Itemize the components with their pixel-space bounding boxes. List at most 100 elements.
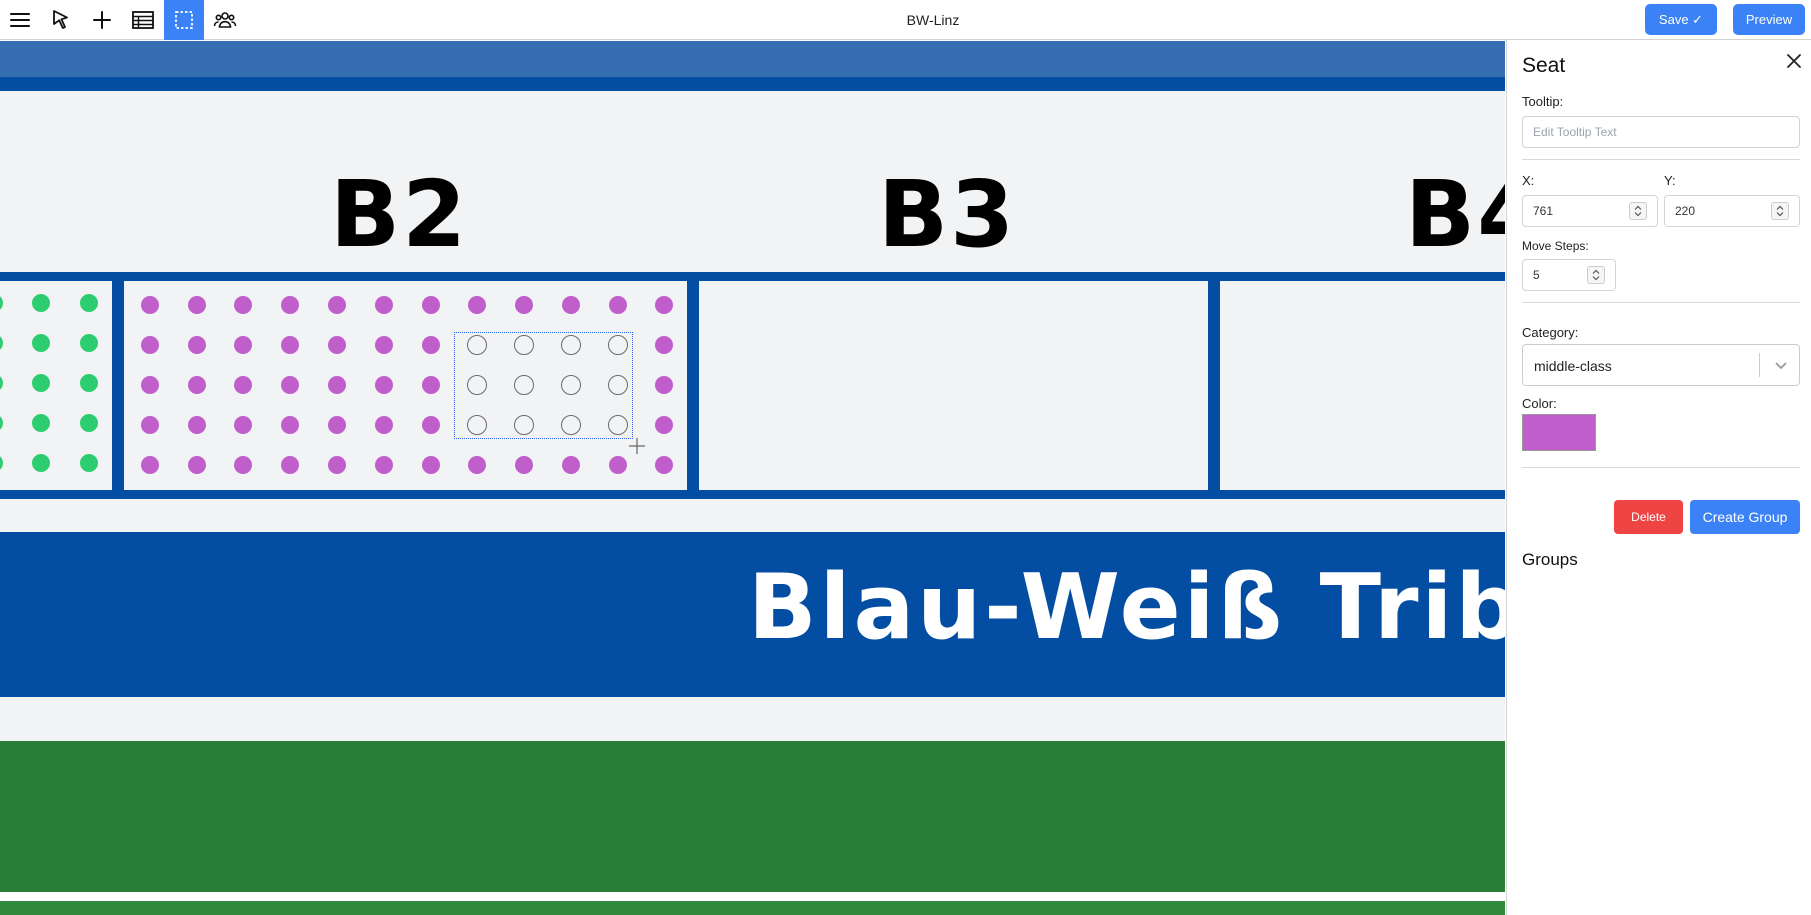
seat[interactable] — [422, 336, 440, 354]
tribune-banner: Blau-Weiß Tribüne — [0, 532, 1505, 697]
pitch-bottom-strip — [0, 901, 1505, 915]
move-steps-value: 5 — [1533, 268, 1540, 282]
y-input[interactable]: 220 — [1664, 195, 1800, 227]
seat[interactable] — [234, 336, 252, 354]
divider — [1522, 159, 1800, 160]
seat[interactable] — [655, 336, 673, 354]
seat[interactable] — [188, 296, 206, 314]
app-title: BW-Linz — [906, 12, 960, 28]
seat[interactable] — [80, 294, 98, 312]
seat[interactable] — [609, 296, 627, 314]
stepper-arrows-icon — [1776, 205, 1784, 217]
seat[interactable] — [655, 456, 673, 474]
seat[interactable] — [328, 296, 346, 314]
move-steps-label: Move Steps: — [1522, 239, 1589, 253]
seat[interactable] — [422, 456, 440, 474]
category-label: Category: — [1522, 325, 1579, 340]
seat[interactable] — [468, 296, 486, 314]
stepper-arrows-icon — [1634, 205, 1642, 217]
y-stepper[interactable] — [1771, 202, 1789, 220]
seat[interactable] — [188, 376, 206, 394]
seat[interactable] — [32, 334, 50, 352]
panel-title: Seat — [1522, 54, 1566, 77]
seat[interactable] — [32, 454, 50, 472]
seat[interactable] — [422, 416, 440, 434]
seat[interactable] — [80, 334, 98, 352]
x-input[interactable]: 761 — [1522, 195, 1658, 227]
seat[interactable] — [234, 296, 252, 314]
seat[interactable] — [422, 296, 440, 314]
sector-label-b2: B2 — [330, 161, 469, 268]
tribune-name: Blau-Weiß Tribüne — [748, 555, 1505, 660]
delete-button[interactable]: Delete — [1614, 500, 1683, 534]
sector-label-b4: B4 — [1405, 161, 1505, 268]
seat[interactable] — [141, 296, 159, 314]
seat[interactable] — [32, 414, 50, 432]
seat[interactable] — [328, 416, 346, 434]
seat[interactable] — [515, 456, 533, 474]
x-stepper[interactable] — [1629, 202, 1647, 220]
seat[interactable] — [375, 416, 393, 434]
seat[interactable] — [32, 374, 50, 392]
seat[interactable] — [281, 456, 299, 474]
create-group-button[interactable]: Create Group — [1690, 500, 1800, 534]
top-roof-band — [0, 41, 1505, 77]
seat-map-canvas[interactable]: B2 B3 B4 Blau-Weiß Tribüne — [0, 41, 1505, 915]
seat-block-b4[interactable] — [1220, 281, 1505, 490]
seat[interactable] — [281, 376, 299, 394]
preview-button[interactable]: Preview — [1733, 4, 1805, 35]
seat[interactable] — [655, 416, 673, 434]
pitch-area — [0, 741, 1505, 892]
seat[interactable] — [141, 336, 159, 354]
seat[interactable] — [80, 454, 98, 472]
stepper-arrows-icon — [1592, 269, 1600, 281]
seat[interactable] — [468, 456, 486, 474]
seat[interactable] — [375, 376, 393, 394]
top-toolbar: BW-Linz Save ✓ Preview — [0, 0, 1811, 40]
tooltip-input[interactable]: Edit Tooltip Text — [1522, 116, 1800, 148]
seat[interactable] — [281, 336, 299, 354]
seat[interactable] — [281, 296, 299, 314]
category-select[interactable]: middle-class — [1522, 344, 1800, 386]
seat[interactable] — [328, 376, 346, 394]
move-steps-input[interactable]: 5 — [1522, 259, 1616, 291]
color-swatch[interactable] — [1522, 414, 1596, 451]
seat[interactable] — [328, 456, 346, 474]
seat[interactable] — [188, 416, 206, 434]
seat[interactable] — [375, 336, 393, 354]
seat[interactable] — [234, 376, 252, 394]
seat[interactable] — [141, 456, 159, 474]
seat[interactable] — [562, 456, 580, 474]
x-value: 761 — [1533, 204, 1554, 218]
tooltip-label: Tooltip: — [1522, 94, 1564, 109]
seat[interactable] — [234, 416, 252, 434]
close-panel-button[interactable] — [1783, 50, 1805, 72]
seat[interactable] — [141, 376, 159, 394]
seat[interactable] — [32, 294, 50, 312]
seat[interactable] — [80, 414, 98, 432]
seat[interactable] — [515, 296, 533, 314]
move-steps-stepper[interactable] — [1587, 266, 1605, 284]
seat[interactable] — [328, 336, 346, 354]
seat[interactable] — [141, 416, 159, 434]
seat[interactable] — [234, 456, 252, 474]
y-label: Y: — [1664, 173, 1676, 188]
seat[interactable] — [281, 416, 299, 434]
move-cursor-icon — [629, 438, 645, 454]
groups-heading: Groups — [1522, 550, 1578, 569]
seat[interactable] — [655, 296, 673, 314]
seat[interactable] — [562, 296, 580, 314]
selection-rectangle[interactable] — [454, 332, 633, 439]
category-value: middle-class — [1534, 358, 1612, 374]
seat[interactable] — [609, 456, 627, 474]
seat[interactable] — [375, 296, 393, 314]
seat[interactable] — [188, 336, 206, 354]
roof-edge-band — [0, 77, 1505, 91]
save-button[interactable]: Save ✓ — [1645, 4, 1717, 35]
seat-block-b3[interactable] — [699, 281, 1208, 490]
seat[interactable] — [655, 376, 673, 394]
seat[interactable] — [188, 456, 206, 474]
seat[interactable] — [375, 456, 393, 474]
seat[interactable] — [80, 374, 98, 392]
seat[interactable] — [422, 376, 440, 394]
